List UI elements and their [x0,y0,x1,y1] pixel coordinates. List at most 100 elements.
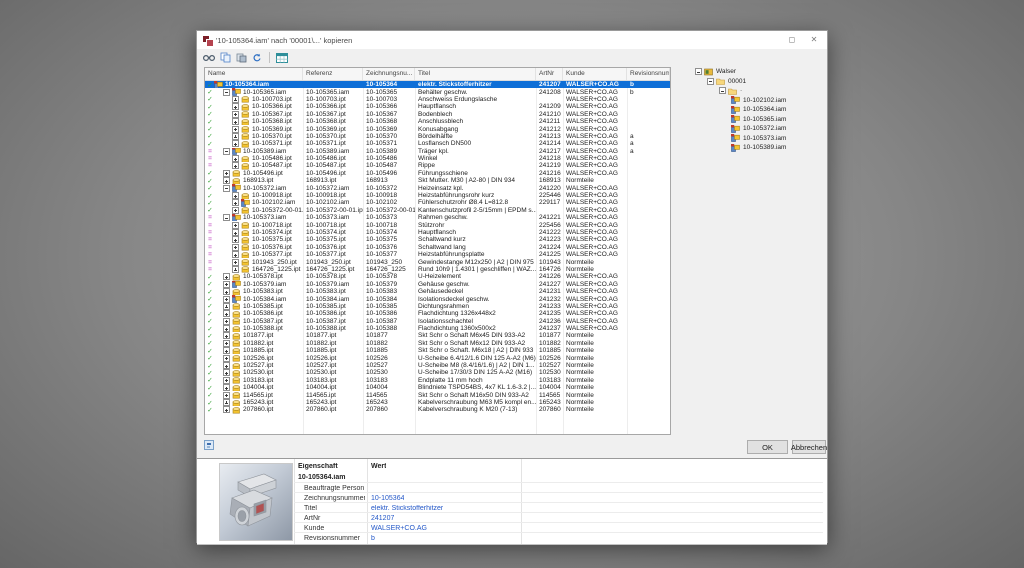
table-row[interactable]: =10-105487.ipt10-105487.ipt10-105487Ripp… [205,162,670,169]
tree-root[interactable]: Walser [691,67,825,77]
table-row[interactable]: ✓207860.ipt207860.ipt207860Kabelverschra… [205,406,670,413]
collapse-icon[interactable] [695,68,702,75]
binoculars-icon[interactable] [203,52,215,63]
expand-icon[interactable] [232,96,239,103]
close-button[interactable]: ✕ [803,31,825,48]
table-row[interactable]: ✓10-105378.ipt10-105378.ipt10-105378U-He… [205,273,670,280]
expand-icon[interactable] [232,266,239,273]
column-header[interactable]: Revisionsnum... [627,68,670,80]
expand-icon[interactable] [223,406,230,413]
tree-item[interactable]: 10-105373.iam [691,134,825,144]
table-row[interactable]: ✓10-105372.iam10-105372.iam10-105372Heiz… [205,184,670,191]
expand-icon[interactable] [223,355,230,362]
column-header[interactable]: Zeichnungsnu... [363,68,415,80]
expand-icon[interactable] [232,192,239,199]
table-row[interactable]: ✓101885.ipt101885.ipt101885Skt Schr o Sc… [205,347,670,354]
table-row[interactable]: ✓165243.ipt165243.ipt165243Kabelverschra… [205,399,670,406]
expand-icon[interactable] [223,362,230,369]
expand-icon[interactable] [223,332,230,339]
table-row[interactable]: ✓102530.ipt102530.ipt102530U-Scheibe 17/… [205,369,670,376]
expand-icon[interactable] [232,155,239,162]
collapse-icon[interactable] [719,87,726,94]
expand-icon[interactable] [232,103,239,110]
table-row[interactable]: ✓10-100918.ipt10-100918.ipt10-100918Heiz… [205,192,670,199]
expand-icon[interactable] [223,384,230,391]
tree-item[interactable]: 00001 [691,77,825,87]
tree-item[interactable]: 10-105372.iam [691,124,825,134]
table-row[interactable]: =10-105373.iam10-105373.iam10-105373Rahm… [205,214,670,221]
expand-icon[interactable] [223,281,230,288]
table-row[interactable]: ✓10-105379.iam10-105379.iam10-105379Gehä… [205,281,670,288]
table-row[interactable]: ✓10-105368.ipt10-105368.ipt10-105368Ansc… [205,118,670,125]
expand-icon[interactable] [223,310,230,317]
expand-icon[interactable] [223,177,230,184]
table-row[interactable]: =10-105374.ipt10-105374.ipt10-105374Haup… [205,229,670,236]
column-header[interactable]: Referenz [303,68,363,80]
table-row[interactable]: =10-105377.ipt10-105377.ipt10-105377Heiz… [205,251,670,258]
expand-icon[interactable] [232,133,239,140]
expand-icon[interactable] [232,244,239,251]
table-row[interactable]: ✓10-105496.ipt10-105496.ipt10-105496Führ… [205,170,670,177]
expand-icon[interactable] [232,222,239,229]
title-bar[interactable]: '10-105364.iam' nach '00001\...' kopiere… [197,31,827,49]
expand-icon[interactable] [232,236,239,243]
expand-icon[interactable] [232,118,239,125]
table-row[interactable]: ✓10-105365.iam10-105365.iam10-105365Behä… [205,88,670,95]
table-row[interactable]: ✓10-105370.ipt10-105370.ipt10-105370Börd… [205,133,670,140]
column-header[interactable]: Name [205,68,303,80]
expand-icon[interactable] [232,259,239,266]
refresh-icon[interactable] [251,52,263,63]
collapse-icon[interactable] [223,214,230,221]
properties-panel-icon[interactable] [204,440,214,450]
table-row[interactable]: ✓114565.ipt114565.ipt114565Skt Schr o Sc… [205,391,670,398]
cancel-button[interactable]: Abbrechen [792,440,826,454]
table-row[interactable]: ✓10-105387.ipt10-105387.ipt10-105387Isol… [205,318,670,325]
table-row[interactable]: =10-105389.iam10-105389.iam10-105389Träg… [205,148,670,155]
expand-icon[interactable] [223,325,230,332]
table-row[interactable]: =10-105375.ipt10-105375.ipt10-105375Scha… [205,236,670,243]
expand-icon[interactable] [223,288,230,295]
table-row[interactable]: ✓103183.ipt103183.ipt103183Endplatte 11 … [205,377,670,384]
table-row[interactable]: ✓10-105384.iam10-105384.iam10-105384Isol… [205,295,670,302]
table-row[interactable]: =10-100718.ipt10-100718.ipt10-100718Stüt… [205,221,670,228]
expand-icon[interactable] [223,347,230,354]
tree-item[interactable]: 10-105365.iam [691,115,825,125]
table-row[interactable]: ✓10-105383.ipt10-105383.ipt10-105383Gehä… [205,288,670,295]
table-row[interactable]: ✓101882.ipt101882.ipt101882Skt Schr o Sc… [205,340,670,347]
maximize-button[interactable]: ◻ [781,31,803,48]
collapse-icon[interactable] [707,78,714,85]
tree-item[interactable]: · [691,86,825,96]
table-row[interactable]: =164726_1225.ipt164726_1225.ipt164726_12… [205,266,670,273]
expand-icon[interactable] [232,207,239,214]
expand-icon[interactable] [223,170,230,177]
collapse-icon[interactable] [223,185,230,192]
expand-icon[interactable] [232,126,239,133]
table-row[interactable]: ✓10-105366.ipt10-105366.ipt10-105366Haup… [205,103,670,110]
table-row[interactable]: ✓10-105369.ipt10-105369.ipt10-105369Konu… [205,125,670,132]
table-row[interactable]: ✓10-100703.ipt10-100703.ipt10-100703Ansc… [205,96,670,103]
table-row[interactable]: ✓10-105367.ipt10-105367.ipt10-105367Bode… [205,111,670,118]
tree-item[interactable]: 10-102102.iam [691,96,825,106]
column-header[interactable]: ArtNr [536,68,563,80]
table-row[interactable]: ✓102527.ipt102527.ipt102527U-Scheibe M8 … [205,362,670,369]
tree-item[interactable]: 10-105389.iam [691,143,825,153]
expand-icon[interactable] [223,303,230,310]
table-row[interactable]: ✓10-105386.ipt10-105386.ipt10-105386Flac… [205,310,670,317]
table-row[interactable]: ✓168913.ipt168913.ipt168913Skt Mutter. M… [205,177,670,184]
table-row[interactable]: =10-105376.ipt10-105376.ipt10-105376Scha… [205,244,670,251]
table-row[interactable]: ✓10-102102.iam10-102102.iam10-102102Fühl… [205,199,670,206]
expand-icon[interactable] [232,199,239,206]
expand-icon[interactable] [232,140,239,147]
expand-icon[interactable] [223,273,230,280]
expand-icon[interactable] [232,251,239,258]
expand-icon[interactable] [223,340,230,347]
table-row[interactable]: ✓10-105364.iam10-105364elektr. Stickstof… [205,81,670,88]
table-view-icon[interactable] [276,52,288,63]
table-row[interactable]: =101943_250.ipt101943_250.ipt101943_250G… [205,258,670,265]
table-row[interactable]: =10-105486.ipt10-105486.ipt10-105486Wink… [205,155,670,162]
expand-icon[interactable] [232,162,239,169]
expand-icon[interactable] [223,399,230,406]
table-row[interactable]: ✓104004.ipt104004.ipt104004Blindniete TS… [205,384,670,391]
collapse-icon[interactable] [223,148,230,155]
expand-icon[interactable] [232,229,239,236]
